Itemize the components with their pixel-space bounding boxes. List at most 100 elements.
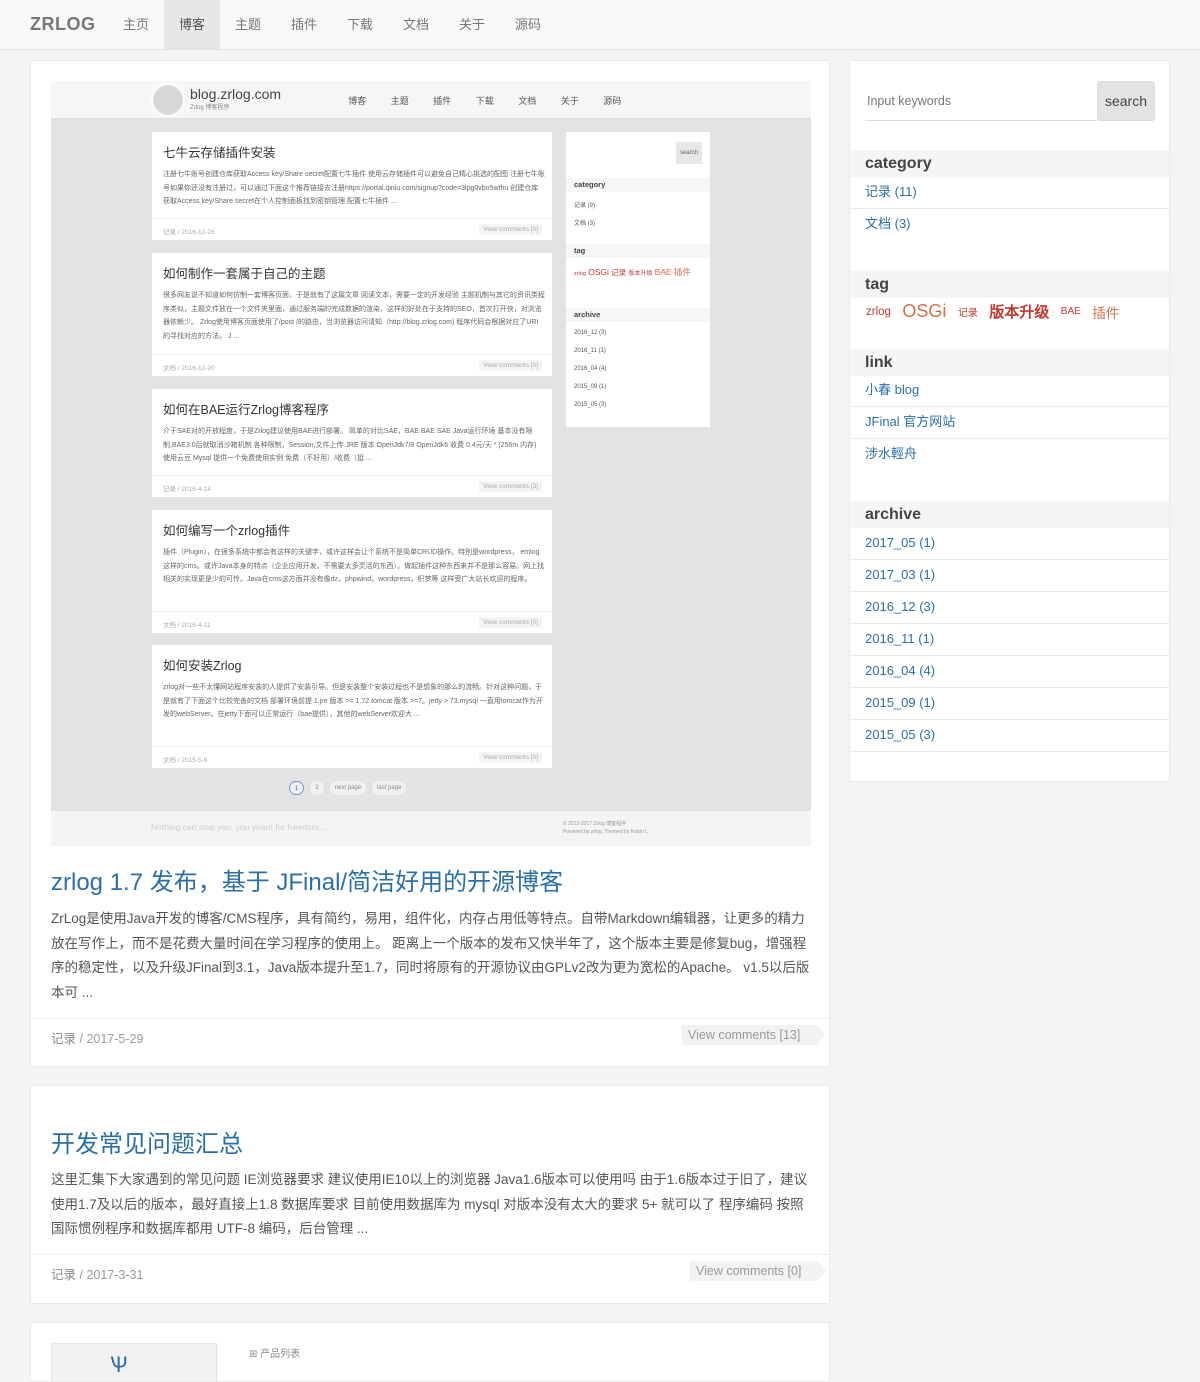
cover-post-comments: View comments [3] [479,481,542,492]
product-list-text: 产品列表 [260,1349,301,1360]
cover-tag: BAE [654,267,672,277]
product-list-label: ⊞ 产品列表 [249,1345,300,1360]
nav-item-source[interactable]: 源码 [500,0,556,49]
cover-tag: 记录 [611,268,627,277]
cover-post-date: 文档 / 2015-5-9 [163,757,208,764]
cover-domain: blog.zrlog.com [190,86,282,102]
post-category-link[interactable]: 记录 [51,1032,76,1046]
tag-link[interactable]: zrlog [866,306,891,318]
cover-post-excerpt: 很多网友说不知道如何仿制一套博客页面，于是就有了这篇文章 阅读文本，需要一定的开… [163,292,545,340]
tag-link[interactable]: OSGi [902,301,946,321]
tag-link[interactable]: 记录 [958,308,978,319]
cover-post-comments: View comments [0] [479,360,542,371]
cover-archive-item: 2016_11 (1) [574,348,606,354]
post-title[interactable]: zrlog 1.7 发布，基于 JFinal/简洁好用的开源博客 [51,862,563,897]
nav-item-themes[interactable]: 主题 [220,0,276,49]
nav-item-about[interactable]: 关于 [444,0,500,49]
tag-cloud: zrlog OSGi 记录 版本升级 BAE 插件 [866,301,1156,322]
cover-post-meta: 记录 / 2016-12-26 View comments [0] [152,218,552,240]
friend-link[interactable]: JFinal 官方网站 [850,407,1169,439]
cover-post-comments: View comments [0] [479,752,542,763]
nav-item-plugins[interactable]: 插件 [276,0,332,49]
view-comments-link[interactable]: View comments [0] [690,1261,828,1281]
cover-archive-item: 2016_04 (4) [574,366,607,372]
post-meta: 记录 / 2017-5-29 View comments [13] [31,1018,829,1066]
search-button[interactable]: search [1097,81,1155,121]
cover-post-excerpt: 介于SAE对的开放程度，于是Zrlog建议使用BAE进行部署。 简单的对比SAE… [163,428,537,462]
cover-footer-motto: Nothing can stop you, you yearn for free… [151,822,326,832]
cover-post-comments: View comments [0] [479,224,542,235]
nav-item-blog[interactable]: 博客 [164,0,220,49]
nav-item-home[interactable]: 主页 [108,0,164,49]
cover-nav-item: 下载 [475,96,494,106]
cover-nav: 博客 主题 插件 下载 文档 关于 源码 [336,94,634,107]
cover-powered-line: Powered by zrlog. Themed by Robin L. [563,829,650,835]
avatar [151,83,185,117]
cover-footer-copyright: © 2013-2017 Zrlog 博客程序 Powered by zrlog.… [563,820,649,836]
cover-tag: zrlog [574,271,586,277]
post-cover-image[interactable]: blog.zrlog.com Zrlog 博客程序 博客 主题 插件 下载 文档… [51,81,811,846]
post-meta: 记录 / 2017-3-31 View comments [0] [31,1254,829,1302]
cover-sidebar: search category 记录 (9) 文档 (3) tag zrlog … [565,131,711,428]
cover-archive-heading: archive [566,308,710,322]
post-cover-image[interactable]: Ѱ [51,1343,217,1381]
tag-link[interactable]: 插件 [1092,306,1119,321]
friend-link[interactable]: 小春 blog [850,375,1169,407]
cover-category-item: 记录 (9) [574,203,596,209]
nav-item-download[interactable]: 下载 [332,0,388,49]
cover-post-comments: View comments [0] [479,617,542,628]
cover-post-date: 记录 / 2016-4-14 [163,486,212,493]
archive-item[interactable]: 2016_12 (3) [850,592,1169,624]
post-card: Ѱ ⊞ 产品列表 [30,1322,830,1382]
archive-item[interactable]: 2015_09 (1) [850,688,1169,720]
archive-item[interactable]: 2015_05 (3) [850,720,1169,752]
cover-post-title: 如何安装Zrlog [163,659,242,673]
post-card: blog.zrlog.com Zrlog 博客程序 博客 主题 插件 下载 文档… [30,60,830,1067]
archive-item[interactable]: 2016_04 (4) [850,656,1169,688]
cover-footer: Nothing can stop you, you yearn for free… [51,811,811,846]
nav-item-docs[interactable]: 文档 [388,0,444,49]
top-navbar: ZRLOG 主页 博客 主题 插件 下载 文档 关于 源码 [0,0,1200,50]
cover-nav-item: 文档 [518,96,537,106]
view-comments-link[interactable]: View comments [13] [682,1025,827,1045]
cover-post-card: 如何安装Zrlog zrlog对一些不太懂网站程序安装的人提供了安装引导。但是安… [151,644,553,769]
cover-category-item: 文档 (3) [574,221,596,227]
category-item[interactable]: 文档 (3) [850,209,1169,241]
cover-post-excerpt: zrlog对一些不太懂网站程序安装的人提供了安装引导。但是安装整个安装过程也不是… [163,684,543,718]
cover-post-date: 记录 / 2016-12-26 [163,229,215,236]
archive-item[interactable]: 2017_05 (1) [850,528,1169,560]
cover-copyright-line: © 2013-2017 Zrlog 博客程序 [563,821,627,827]
search-input[interactable] [865,81,1097,121]
archive-item[interactable]: 2017_03 (1) [850,560,1169,592]
category-item[interactable]: 记录 (11) [850,177,1169,209]
category-list: 记录 (11) 文档 (3) [850,177,1169,241]
post-excerpt: ZrLog是使用Java开发的博客/CMS程序，具有简约，易用，组件化，内存占用… [51,911,810,1000]
cover-page-last: last page [372,781,407,795]
cover-page-current: 1 [289,781,305,795]
brand-logo[interactable]: ZRLOG [30,14,96,35]
cover-page-link: 2 [310,781,324,795]
cover-post-title: 如何编写一个zrlog插件 [163,524,291,538]
cover-pager: 1 2 next page last page [289,781,407,795]
post-excerpt: 这里汇集下大家遇到的常见问题 IE浏览器要求 建议使用IE10以上的浏览器 Ja… [51,1172,808,1236]
cover-header: blog.zrlog.com Zrlog 博客程序 博客 主题 插件 下载 文档… [51,81,811,119]
post-title[interactable]: 开发常见问题汇总 [51,1124,243,1159]
grid-icon: ⊞ [249,1349,261,1360]
sidebar: search category 记录 (11) 文档 (3) tag zrlog… [849,60,1170,782]
tag-link[interactable]: 版本升级 [989,304,1049,321]
cover-tag: 插件 [673,267,691,277]
cover-post-meta: 文档 / 2016-4-11 View comments [0] [152,611,552,633]
cover-page-next: next page [329,781,367,795]
cover-nav-item: 博客 [348,96,367,106]
archive-item[interactable]: 2016_11 (1) [850,624,1169,656]
post-category-link[interactable]: 记录 [51,1268,76,1282]
cover-post-meta: 记录 / 2016-4-14 View comments [3] [152,475,552,497]
cover-category-heading: category [566,178,710,192]
archive-heading: archive [850,501,1169,528]
friend-link[interactable]: 涉水輕舟 [850,439,1169,471]
tag-link[interactable]: BAE [1061,306,1081,317]
cover-tag: 版本升级 [628,271,653,277]
cover-tag: OSGi [588,267,609,277]
cover-post-title: 如何在BAE运行Zrlog博客程序 [163,403,329,417]
cover-post-excerpt: 插件（Plugin），在很多系统中都会有这样的关键字，或许这样会让个系统不是简单… [163,549,545,583]
